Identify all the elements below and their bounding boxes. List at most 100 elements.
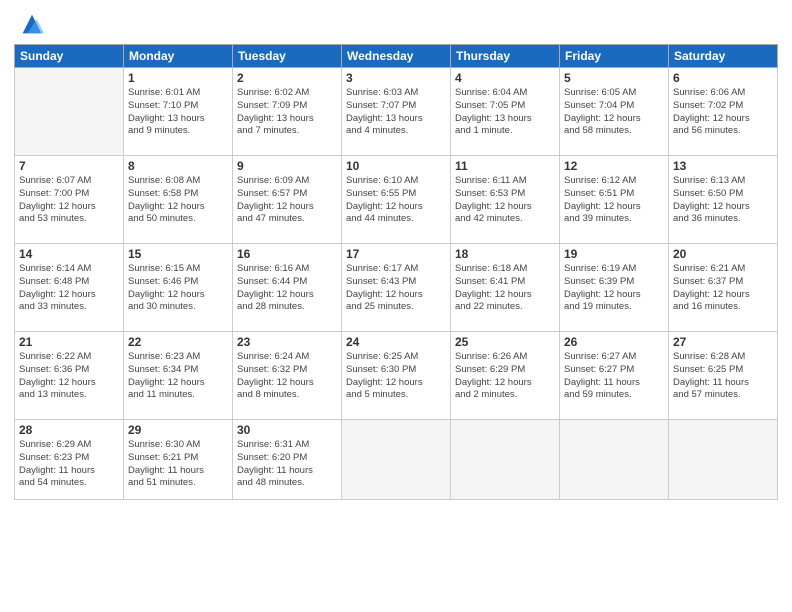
calendar-table: SundayMondayTuesdayWednesdayThursdayFrid…: [14, 44, 778, 500]
calendar-cell: 19Sunrise: 6:19 AMSunset: 6:39 PMDayligh…: [560, 244, 669, 332]
day-number: 15: [128, 247, 228, 261]
calendar-cell: 30 Sunrise: 6:31 AMSunset: 6:20 PMDayligh…: [233, 420, 342, 500]
calendar-cell: 3 Sunrise: 6:03 AMSunset: 7:07 PMDaylight…: [342, 68, 451, 156]
day-info: Sunrise: 6:28 AMSunset: 6:25 PMDaylight:…: [673, 351, 773, 402]
day-number: 28: [19, 423, 119, 437]
day-number: 23: [237, 335, 337, 349]
day-info: Sunrise: 6:08 AMSunset: 6:58 PMDaylight:…: [128, 175, 228, 226]
day-number: 19: [564, 247, 664, 261]
day-number: 20: [673, 247, 773, 261]
day-number: 9: [237, 159, 337, 173]
calendar-cell: 8 Sunrise: 6:08 AMSunset: 6:58 PMDaylight…: [124, 156, 233, 244]
day-number: 27: [673, 335, 773, 349]
day-info: Sunrise: 6:03 AMSunset: 7:07 PMDaylight:…: [346, 87, 446, 138]
day-number: 1: [128, 71, 228, 85]
day-number: 2: [237, 71, 337, 85]
day-info: Sunrise: 6:07 AMSunset: 7:00 PMDaylight:…: [19, 175, 119, 226]
calendar-cell: 13 Sunrise: 6:13 AMSunset: 6:50 PMDayligh…: [669, 156, 778, 244]
calendar-week-4: 21 Sunrise: 6:22 AMSunset: 6:36 PMDayligh…: [15, 332, 778, 420]
calendar-cell: [451, 420, 560, 500]
day-info: Sunrise: 6:24 AMSunset: 6:32 PMDaylight:…: [237, 351, 337, 402]
calendar-week-2: 7 Sunrise: 6:07 AMSunset: 7:00 PMDaylight…: [15, 156, 778, 244]
calendar-cell: [669, 420, 778, 500]
calendar-header-thursday: Thursday: [451, 45, 560, 68]
calendar-header-tuesday: Tuesday: [233, 45, 342, 68]
calendar-cell: 20 Sunrise: 6:21 AMSunset: 6:37 PMDayligh…: [669, 244, 778, 332]
day-info: Sunrise: 6:30 AMSunset: 6:21 PMDaylight:…: [128, 439, 228, 490]
logo: [14, 10, 46, 38]
day-number: 21: [19, 335, 119, 349]
day-number: 11: [455, 159, 555, 173]
day-number: 14: [19, 247, 119, 261]
day-info: Sunrise: 6:25 AMSunset: 6:30 PMDaylight:…: [346, 351, 446, 402]
calendar-header-wednesday: Wednesday: [342, 45, 451, 68]
calendar-cell: 21 Sunrise: 6:22 AMSunset: 6:36 PMDayligh…: [15, 332, 124, 420]
calendar-cell: 5 Sunrise: 6:05 AMSunset: 7:04 PMDaylight…: [560, 68, 669, 156]
day-info: Sunrise: 6:31 AMSunset: 6:20 PMDaylight:…: [237, 439, 337, 490]
day-number: 5: [564, 71, 664, 85]
calendar-cell: 28 Sunrise: 6:29 AMSunset: 6:23 PMDayligh…: [15, 420, 124, 500]
day-info: Sunrise: 6:22 AMSunset: 6:36 PMDaylight:…: [19, 351, 119, 402]
day-number: 25: [455, 335, 555, 349]
day-info: Sunrise: 6:02 AMSunset: 7:09 PMDaylight:…: [237, 87, 337, 138]
calendar-cell: [560, 420, 669, 500]
day-number: 24: [346, 335, 446, 349]
calendar-cell: 9Sunrise: 6:09 AMSunset: 6:57 PMDaylight…: [233, 156, 342, 244]
day-number: 13: [673, 159, 773, 173]
calendar-week-3: 14 Sunrise: 6:14 AMSunset: 6:48 PMDayligh…: [15, 244, 778, 332]
calendar-header-row: SundayMondayTuesdayWednesdayThursdayFrid…: [15, 45, 778, 68]
day-number: 17: [346, 247, 446, 261]
calendar-header-saturday: Saturday: [669, 45, 778, 68]
day-info: Sunrise: 6:23 AMSunset: 6:34 PMDaylight:…: [128, 351, 228, 402]
day-number: 7: [19, 159, 119, 173]
day-number: 10: [346, 159, 446, 173]
day-info: Sunrise: 6:15 AMSunset: 6:46 PMDaylight:…: [128, 263, 228, 314]
day-number: 26: [564, 335, 664, 349]
calendar-cell: 17 Sunrise: 6:17 AMSunset: 6:43 PMDayligh…: [342, 244, 451, 332]
day-info: Sunrise: 6:16 AMSunset: 6:44 PMDaylight:…: [237, 263, 337, 314]
day-info: Sunrise: 6:29 AMSunset: 6:23 PMDaylight:…: [19, 439, 119, 490]
day-number: 4: [455, 71, 555, 85]
day-info: Sunrise: 6:12 AMSunset: 6:51 PMDaylight:…: [564, 175, 664, 226]
calendar-cell: 24 Sunrise: 6:25 AMSunset: 6:30 PMDayligh…: [342, 332, 451, 420]
day-number: 29: [128, 423, 228, 437]
day-number: 3: [346, 71, 446, 85]
calendar-week-5: 28 Sunrise: 6:29 AMSunset: 6:23 PMDayligh…: [15, 420, 778, 500]
calendar-cell: 14 Sunrise: 6:14 AMSunset: 6:48 PMDayligh…: [15, 244, 124, 332]
day-number: 30: [237, 423, 337, 437]
day-number: 16: [237, 247, 337, 261]
day-info: Sunrise: 6:27 AMSunset: 6:27 PMDaylight:…: [564, 351, 664, 402]
calendar-cell: [15, 68, 124, 156]
day-info: Sunrise: 6:05 AMSunset: 7:04 PMDaylight:…: [564, 87, 664, 138]
calendar-cell: 15 Sunrise: 6:15 AMSunset: 6:46 PMDayligh…: [124, 244, 233, 332]
calendar-cell: 16 Sunrise: 6:16 AMSunset: 6:44 PMDayligh…: [233, 244, 342, 332]
calendar-header-sunday: Sunday: [15, 45, 124, 68]
calendar-cell: 23 Sunrise: 6:24 AMSunset: 6:32 PMDayligh…: [233, 332, 342, 420]
day-info: Sunrise: 6:06 AMSunset: 7:02 PMDaylight:…: [673, 87, 773, 138]
day-number: 8: [128, 159, 228, 173]
calendar-cell: 25 Sunrise: 6:26 AMSunset: 6:29 PMDayligh…: [451, 332, 560, 420]
calendar-cell: 29 Sunrise: 6:30 AMSunset: 6:21 PMDayligh…: [124, 420, 233, 500]
calendar-cell: 11Sunrise: 6:11 AMSunset: 6:53 PMDayligh…: [451, 156, 560, 244]
calendar-week-1: 1Sunrise: 6:01 AMSunset: 7:10 PMDaylight…: [15, 68, 778, 156]
day-number: 18: [455, 247, 555, 261]
calendar-cell: 22Sunrise: 6:23 AMSunset: 6:34 PMDayligh…: [124, 332, 233, 420]
page-container: SundayMondayTuesdayWednesdayThursdayFrid…: [0, 0, 792, 612]
day-info: Sunrise: 6:21 AMSunset: 6:37 PMDaylight:…: [673, 263, 773, 314]
calendar-cell: 2 Sunrise: 6:02 AMSunset: 7:09 PMDaylight…: [233, 68, 342, 156]
calendar-cell: 10 Sunrise: 6:10 AMSunset: 6:55 PMDayligh…: [342, 156, 451, 244]
calendar-cell: 26 Sunrise: 6:27 AMSunset: 6:27 PMDayligh…: [560, 332, 669, 420]
calendar-cell: 18Sunrise: 6:18 AMSunset: 6:41 PMDayligh…: [451, 244, 560, 332]
day-info: Sunrise: 6:14 AMSunset: 6:48 PMDaylight:…: [19, 263, 119, 314]
day-info: Sunrise: 6:10 AMSunset: 6:55 PMDaylight:…: [346, 175, 446, 226]
day-info: Sunrise: 6:26 AMSunset: 6:29 PMDaylight:…: [455, 351, 555, 402]
day-info: Sunrise: 6:04 AMSunset: 7:05 PMDaylight:…: [455, 87, 555, 138]
calendar-cell: [342, 420, 451, 500]
calendar-cell: 7 Sunrise: 6:07 AMSunset: 7:00 PMDaylight…: [15, 156, 124, 244]
logo-icon: [18, 10, 46, 38]
day-number: 6: [673, 71, 773, 85]
day-info: Sunrise: 6:17 AMSunset: 6:43 PMDaylight:…: [346, 263, 446, 314]
calendar-header-friday: Friday: [560, 45, 669, 68]
day-info: Sunrise: 6:13 AMSunset: 6:50 PMDaylight:…: [673, 175, 773, 226]
calendar-header-monday: Monday: [124, 45, 233, 68]
